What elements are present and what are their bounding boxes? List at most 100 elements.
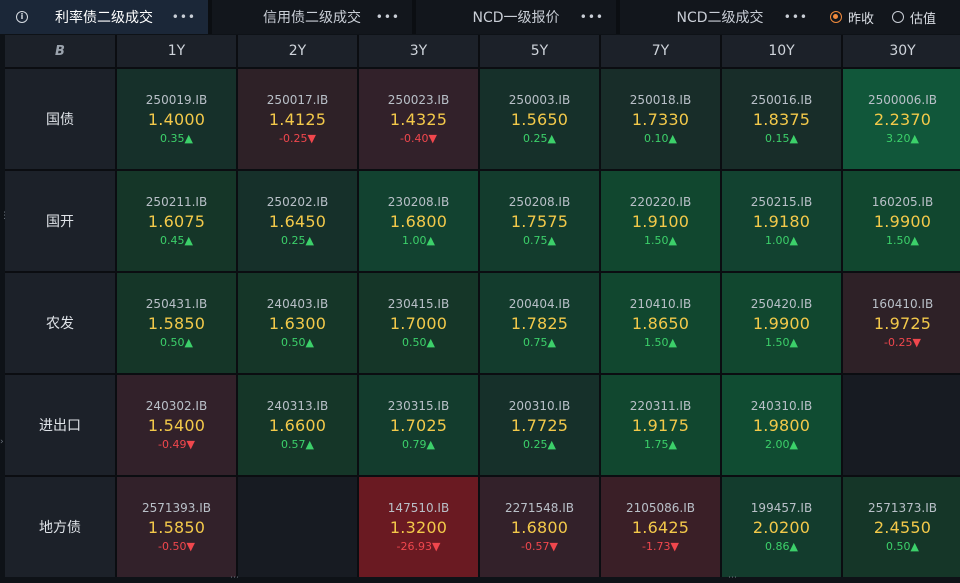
quote-cell[interactable]: 250208.IB 1.7575 0.75▲	[480, 171, 599, 271]
quote-cell[interactable]: 160205.IB 1.9900 1.50▲	[843, 171, 960, 271]
quote-cell[interactable]: 250431.IB 1.5850 0.50▲	[117, 273, 236, 373]
quote-cell[interactable]: 250023.IB 1.4325 -0.40▼	[359, 69, 478, 169]
quote-cell[interactable]: 250215.IB 1.9180 1.00▲	[722, 171, 841, 271]
left-resize-handle[interactable]: ⋮	[0, 212, 9, 221]
yield-value: 1.7575	[510, 212, 569, 231]
column-header-tenor[interactable]: 2Y	[238, 35, 357, 67]
quote-cell[interactable]: 240403.IB 1.6300 0.50▲	[238, 273, 357, 373]
quote-cell[interactable]: 2571373.IB 2.4550 0.50▲	[843, 477, 960, 577]
bond-code: 2500006.IB	[867, 93, 938, 107]
tab-2[interactable]: NCD一级报价 •••	[416, 0, 616, 34]
yield-value: 1.9180	[752, 212, 811, 231]
column-header-tenor[interactable]: 1Y	[117, 35, 236, 67]
change-bp: 0.75▲	[523, 336, 556, 349]
yield-value: 1.6450	[268, 212, 327, 231]
yield-value: 1.9175	[631, 416, 690, 435]
quote-cell[interactable]: 250018.IB 1.7330 0.10▲	[601, 69, 720, 169]
row-header-bond-type[interactable]: 进出口	[5, 375, 115, 475]
quote-cell[interactable]: 2500006.IB 2.2370 3.20▲	[843, 69, 960, 169]
quote-cell[interactable]: 230208.IB 1.6800 1.00▲	[359, 171, 478, 271]
yield-value: 1.4325	[389, 110, 448, 129]
change-bp: -0.40▼	[400, 132, 437, 145]
quote-cell[interactable]: 250003.IB 1.5650 0.25▲	[480, 69, 599, 169]
tab-0[interactable]: i 利率债二级成交 •••	[0, 0, 208, 34]
column-header-tenor[interactable]: 30Y	[843, 35, 960, 67]
row-header-bond-type[interactable]: 国债	[5, 69, 115, 169]
quote-cell[interactable]: 2271548.IB 1.6800 -0.57▼	[480, 477, 599, 577]
quote-cell[interactable]: 230315.IB 1.7025 0.79▲	[359, 375, 478, 475]
change-bp: 0.45▲	[160, 234, 193, 247]
yield-value: 1.8650	[631, 314, 690, 333]
yield-value: 1.4125	[268, 110, 327, 129]
radio-option-1[interactable]: 估值	[891, 8, 936, 27]
yield-value: 1.6300	[268, 314, 327, 333]
tab-3[interactable]: NCD二级成交 •••	[620, 0, 820, 34]
quote-cell[interactable]: 199457.IB 2.0200 0.86▲	[722, 477, 841, 577]
radio-circle-icon[interactable]	[891, 11, 904, 23]
bond-code: 250019.IB	[145, 93, 208, 107]
row-header-bond-type[interactable]: 农发	[5, 273, 115, 373]
bond-code: 230208.IB	[387, 195, 450, 209]
row-header-bond-type[interactable]: 地方债	[5, 477, 115, 577]
bottom-resize-handle-right[interactable]: ⋯	[728, 574, 737, 583]
quote-cell[interactable]: 220311.IB 1.9175 1.75▲	[601, 375, 720, 475]
left-collapse-arrow-icon[interactable]: ›	[0, 438, 4, 447]
radio-circle-icon[interactable]	[829, 11, 842, 23]
quote-cell[interactable]: 250211.IB 1.6075 0.45▲	[117, 171, 236, 271]
bond-code: 250023.IB	[387, 93, 450, 107]
change-bp: 2.00▲	[765, 438, 798, 451]
quote-cell[interactable]: 250019.IB 1.4000 0.35▲	[117, 69, 236, 169]
tab-bar: i 利率债二级成交 ••• 信用债二级成交 ••• NCD一级报价 ••• NCD二级成交 ••…	[0, 0, 960, 34]
bond-code: 240403.IB	[266, 297, 329, 311]
quote-cell[interactable]: 240310.IB 1.9800 2.00▲	[722, 375, 841, 475]
yield-value: 1.6800	[389, 212, 448, 231]
yield-value: 1.6800	[510, 518, 569, 537]
quote-cell[interactable]: 160410.IB 1.9725 -0.25▼	[843, 273, 960, 373]
change-bp: -0.49▼	[158, 438, 195, 451]
more-options-icon[interactable]: •••	[580, 10, 604, 24]
bond-code: 250017.IB	[266, 93, 329, 107]
quote-cell[interactable]: 210410.IB 1.8650 1.50▲	[601, 273, 720, 373]
yield-value: 2.4550	[873, 518, 932, 537]
radio-label: 估值	[909, 11, 936, 27]
quote-cell[interactable]: 220220.IB 1.9100 1.50▲	[601, 171, 720, 271]
bond-code: 250215.IB	[750, 195, 813, 209]
bottom-resize-handle[interactable]: ⋯	[230, 574, 239, 583]
bond-code: 250202.IB	[266, 195, 329, 209]
quote-cell[interactable]: 250202.IB 1.6450 0.25▲	[238, 171, 357, 271]
column-header-tenor[interactable]: 5Y	[480, 35, 599, 67]
column-header-tenor[interactable]: 7Y	[601, 35, 720, 67]
quote-cell[interactable]: 200310.IB 1.7725 0.25▲	[480, 375, 599, 475]
quote-cell[interactable]: 200404.IB 1.7825 0.75▲	[480, 273, 599, 373]
quote-cell[interactable]: 250016.IB 1.8375 0.15▲	[722, 69, 841, 169]
more-options-icon[interactable]: •••	[376, 10, 400, 24]
tab-1[interactable]: 信用债二级成交 •••	[212, 0, 412, 34]
column-header-tenor[interactable]: 10Y	[722, 35, 841, 67]
change-bp: 0.25▲	[281, 234, 314, 247]
quote-cell[interactable]: 147510.IB 1.3200 -26.93▼	[359, 477, 478, 577]
info-icon[interactable]: i	[16, 11, 28, 23]
quote-cell[interactable]: 250017.IB 1.4125 -0.25▼	[238, 69, 357, 169]
bond-code: 230315.IB	[387, 399, 450, 413]
quote-cell[interactable]: 250420.IB 1.9900 1.50▲	[722, 273, 841, 373]
quote-cell[interactable]: 230415.IB 1.7000 0.50▲	[359, 273, 478, 373]
more-options-icon[interactable]: •••	[172, 10, 196, 24]
more-options-icon[interactable]: •••	[784, 10, 808, 24]
change-bp: -0.25▼	[279, 132, 316, 145]
quote-cell[interactable]: 2571393.IB 1.5850 -0.50▼	[117, 477, 236, 577]
yield-value: 1.3200	[389, 518, 448, 537]
quote-cell[interactable]: 2105086.IB 1.6425 -1.73▼	[601, 477, 720, 577]
yield-value: 1.6425	[631, 518, 690, 537]
change-bp: 0.15▲	[765, 132, 798, 145]
change-bp: 0.25▲	[523, 438, 556, 451]
radio-option-0[interactable]: 昨收	[829, 8, 874, 27]
quote-cell[interactable]: 240302.IB 1.5400 -0.49▼	[117, 375, 236, 475]
bond-code: 250018.IB	[629, 93, 692, 107]
quote-cell[interactable]: 240313.IB 1.6600 0.57▲	[238, 375, 357, 475]
column-header-tenor[interactable]: 3Y	[359, 35, 478, 67]
bond-code: 200404.IB	[508, 297, 571, 311]
tab-label: NCD一级报价	[472, 10, 560, 26]
row-header-bond-type[interactable]: 国开	[5, 171, 115, 271]
change-bp: 0.50▲	[160, 336, 193, 349]
yield-value: 1.7825	[510, 314, 569, 333]
